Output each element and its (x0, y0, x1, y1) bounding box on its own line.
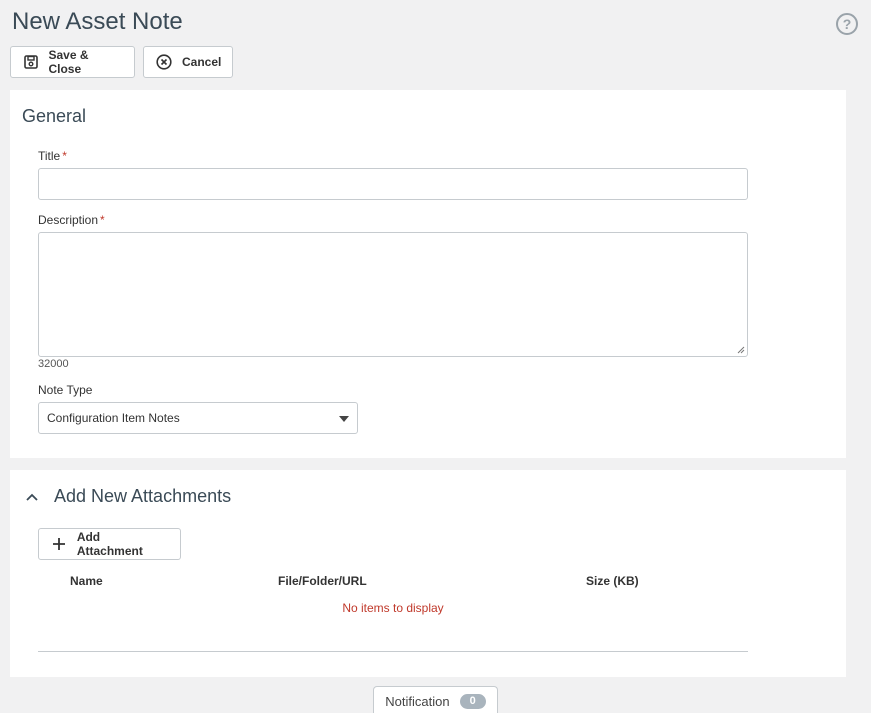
notification-tab[interactable]: Notification 0 (373, 686, 498, 713)
resize-handle-icon[interactable] (737, 346, 745, 354)
general-section-title: General (22, 106, 87, 126)
required-marker: * (62, 149, 67, 163)
title-label-text: Title (38, 149, 61, 163)
save-close-button[interactable]: Save & Close (10, 46, 135, 78)
column-header-size[interactable]: Size (KB) (586, 574, 639, 588)
plus-icon (51, 536, 67, 552)
grid-divider (38, 651, 748, 652)
add-attachment-label: Add Attachment (76, 530, 143, 558)
title-input[interactable] (38, 168, 748, 200)
chevron-up-icon (26, 493, 38, 501)
notification-label: Notification (385, 694, 450, 709)
column-header-file[interactable]: File/Folder/URL (278, 574, 367, 588)
general-panel: General Title * Description * 32000 Note T… (10, 90, 846, 458)
caret-down-icon (339, 416, 349, 422)
empty-grid-message: No items to display (342, 601, 444, 615)
column-header-name[interactable]: Name (70, 574, 103, 588)
page-title: New Asset Note (12, 8, 183, 35)
attachments-section-title: Add New Attachments (54, 486, 232, 506)
question-circle-icon[interactable]: ? (836, 13, 858, 35)
x-circle-icon (156, 54, 172, 70)
note-type-select[interactable]: Configuration Item Notes (38, 402, 358, 434)
attachments-panel: Add New Attachments Add Attachment Name … (10, 470, 846, 677)
attachments-section-header[interactable]: Add New Attachments (24, 486, 231, 507)
save-close-label: Save & Close (48, 48, 89, 76)
notification-count-badge: 0 (459, 694, 486, 709)
toolbar: Save & Close Cancel (10, 46, 233, 78)
note-type-label: Note Type (38, 383, 93, 397)
cancel-label: Cancel (182, 55, 222, 69)
description-label-text: Description (38, 213, 99, 227)
add-attachment-button[interactable]: Add Attachment (38, 528, 181, 560)
description-textarea[interactable] (38, 232, 748, 357)
cancel-button[interactable]: Cancel (143, 46, 233, 78)
description-char-counter: 32000 (38, 358, 69, 370)
note-type-value: Configuration Item Notes (47, 411, 180, 425)
title-label: Title * (38, 149, 67, 163)
description-label: Description * (38, 213, 105, 227)
required-marker: * (100, 213, 105, 227)
floppy-disk-icon (23, 54, 38, 70)
